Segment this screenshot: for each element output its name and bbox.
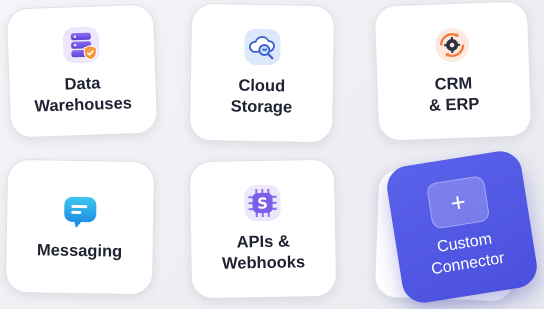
cloud-storage-label: Cloud Storage [230, 76, 293, 117]
database-shield-icon [61, 25, 100, 64]
crm-erp-card[interactable]: CRM & ERP [373, 0, 533, 142]
data-warehouses-label: Data Warehouses [34, 74, 133, 116]
plus-icon: + [425, 175, 491, 230]
svg-text:S: S [257, 194, 268, 212]
messaging-card[interactable]: Messaging [4, 158, 156, 296]
custom-connector-label: Custom Connector [430, 230, 506, 279]
messaging-label: Messaging [36, 240, 123, 261]
crm-erp-label: CRM & ERP [428, 74, 480, 115]
cloud-storage-card[interactable]: Cloud Storage [188, 2, 336, 144]
chip-s-icon: S [243, 184, 282, 223]
apis-webhooks-card[interactable]: S APIs & Webhooks [188, 158, 338, 300]
data-warehouses-card[interactable]: Data Warehouses [5, 3, 159, 139]
apis-webhooks-label: APIs & Webhooks [221, 232, 306, 273]
custom-connector-card[interactable]: + Custom Connector [384, 148, 540, 306]
cloud-search-icon [243, 28, 282, 67]
chat-bubble-icon [61, 192, 100, 231]
gear-sync-icon [432, 25, 471, 64]
